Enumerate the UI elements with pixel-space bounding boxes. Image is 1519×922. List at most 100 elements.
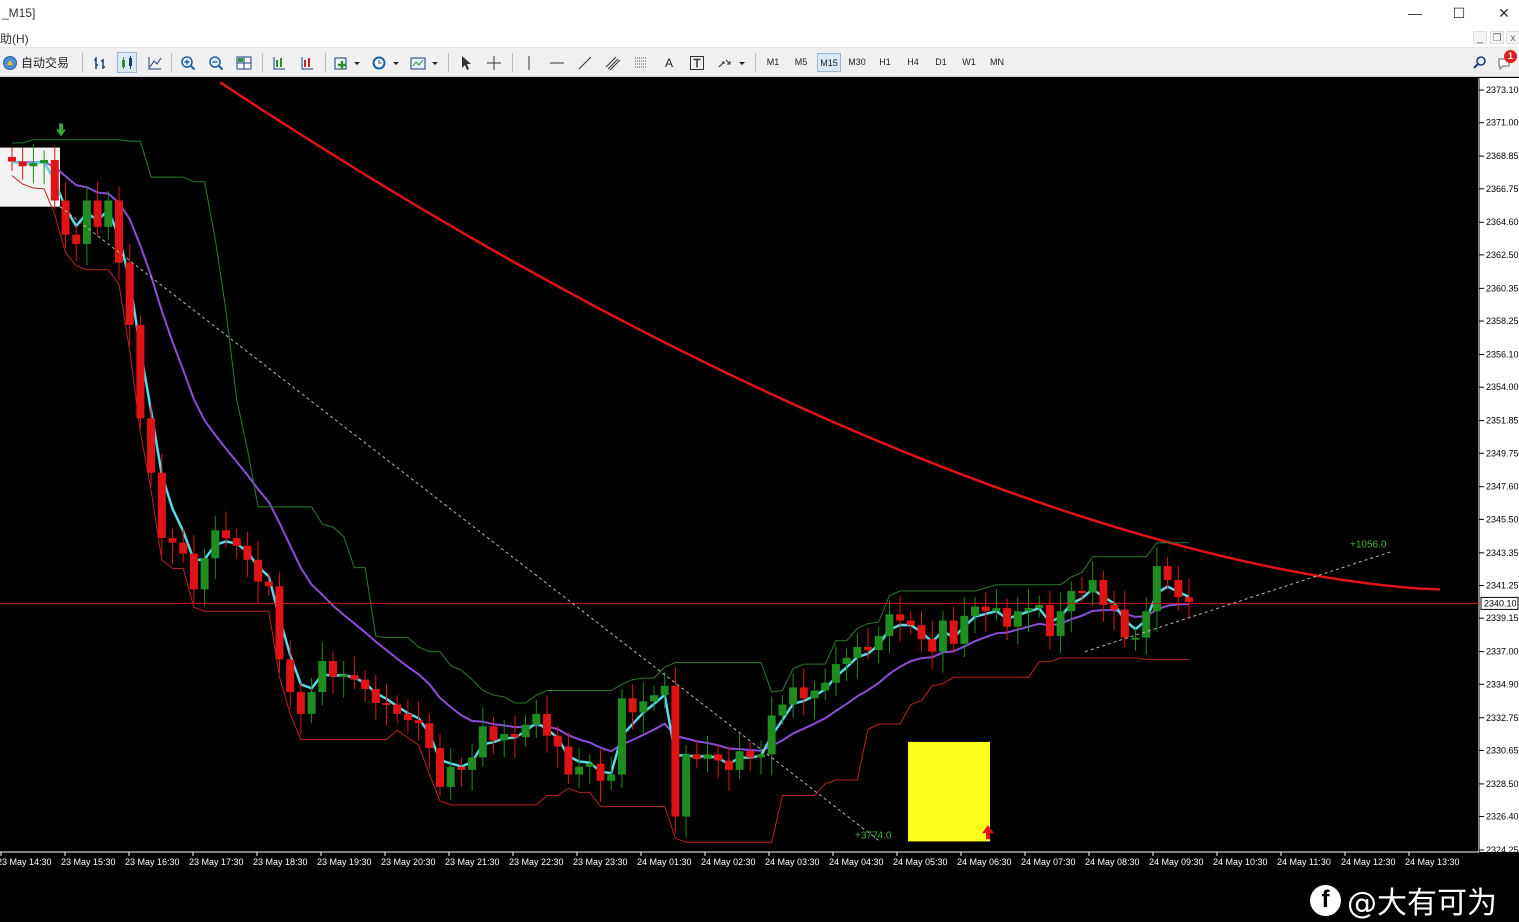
line-chart-button[interactable]	[145, 52, 165, 73]
price-tick-label: 2360.35	[1486, 283, 1519, 293]
horizontal-line-button[interactable]	[547, 52, 567, 73]
candle-body	[382, 702, 391, 705]
mdi-minimize-button[interactable]: _	[1473, 31, 1487, 44]
candle-body	[510, 734, 519, 738]
candle-body	[307, 692, 316, 714]
price-tick-label: 2351.85	[1486, 416, 1519, 426]
candle-body	[521, 724, 530, 738]
timeframe-h4[interactable]: H4	[901, 53, 925, 72]
candle-body	[981, 606, 990, 612]
crosshair-button[interactable]	[484, 52, 504, 73]
time-tick-label: 24 May 04:30	[829, 857, 884, 867]
time-tick-label: 24 May 03:30	[765, 857, 820, 867]
timeframe-d1[interactable]: D1	[929, 53, 953, 72]
candle-body	[1045, 604, 1054, 637]
tile-windows-button[interactable]	[234, 52, 254, 73]
time-tick-label: 23 May 17:30	[189, 857, 244, 867]
candle-body	[189, 553, 198, 590]
price-tick-label: 2368.85	[1486, 151, 1519, 161]
candle-body	[703, 754, 712, 759]
candle-body	[1152, 566, 1161, 612]
candle-body	[8, 156, 16, 162]
text-label-button[interactable]	[687, 52, 707, 73]
price-tick-label: 2328.50	[1486, 779, 1519, 789]
candle-body	[104, 200, 113, 227]
auto-scroll-button[interactable]	[269, 52, 289, 73]
menu-help[interactable]: 助(H)	[0, 30, 29, 47]
price-tick-label: 2358.25	[1486, 316, 1519, 326]
price-tick-label: 2373.10	[1486, 85, 1519, 95]
alerts-button[interactable]: 1	[1496, 50, 1518, 73]
candle-body	[992, 608, 1001, 612]
candle-body	[607, 774, 616, 781]
cursor-button[interactable]	[456, 52, 476, 73]
candle-body	[200, 558, 209, 590]
maximize-button[interactable]: ☐	[1445, 3, 1473, 23]
candle-body	[896, 614, 905, 621]
search-button[interactable]	[1470, 52, 1490, 73]
candle-body	[1120, 609, 1129, 638]
timeframe-m15[interactable]: M15	[817, 53, 841, 72]
toolbar-separator	[512, 53, 513, 72]
timeframe-h1[interactable]: H1	[873, 53, 897, 72]
candle-body	[1099, 580, 1108, 605]
timeframe-mn[interactable]: MN	[985, 53, 1009, 72]
time-tick-label: 23 May 21:30	[445, 857, 500, 867]
candle-body	[115, 200, 123, 263]
price-chart[interactable]: 2340.10 +3774.0 +1056.0 2373.10 2371.00 2368…	[0, 78, 1519, 921]
window-title: _M15]	[2, 6, 36, 20]
time-tick-label: 23 May 16:30	[125, 857, 180, 867]
trendline-button[interactable]	[575, 52, 595, 73]
candle-body	[917, 625, 926, 640]
candle-body	[842, 657, 851, 665]
candle-body	[222, 530, 230, 539]
time-tick-label: 24 May 11:30	[1277, 857, 1331, 867]
fibonacci-button[interactable]	[631, 52, 651, 73]
candle-body	[639, 701, 648, 713]
price-tick-label: 2332.75	[1486, 713, 1519, 723]
price-tick-label: 2326.40	[1486, 812, 1519, 822]
time-tick-label: 24 May 13:30	[1405, 857, 1460, 867]
timeframe-w1[interactable]: W1	[957, 53, 981, 72]
close-button[interactable]: ✕	[1490, 3, 1518, 23]
time-tick-label: 24 May 05:30	[893, 857, 948, 867]
arrows-button[interactable]	[715, 52, 747, 73]
timeframe-m5[interactable]: M5	[789, 53, 813, 72]
indicators-button[interactable]	[332, 52, 362, 73]
candle-body	[831, 664, 840, 683]
bar-chart-button[interactable]	[90, 52, 110, 73]
cursor-icon	[458, 55, 474, 71]
candle-body	[500, 734, 509, 741]
candle-body	[617, 698, 626, 775]
candle-body	[671, 685, 680, 817]
price-tick-label: 2334.90	[1486, 679, 1519, 689]
price-tick-label: 2371.00	[1486, 118, 1519, 128]
minimize-button[interactable]: —	[1401, 3, 1429, 23]
auto-trading-button[interactable]: 自动交易	[2, 52, 72, 73]
timeframe-m30[interactable]: M30	[845, 53, 869, 72]
chart-shift-button[interactable]	[297, 52, 317, 73]
candle-body	[821, 682, 830, 691]
timeframe-m1[interactable]: M1	[761, 53, 785, 72]
candle-body	[1067, 590, 1076, 612]
candle-body	[1024, 608, 1033, 612]
candle-body	[468, 757, 477, 770]
templates-button[interactable]	[408, 52, 440, 73]
candle-body	[350, 674, 359, 680]
time-tick-label: 23 May 19:30	[317, 857, 372, 867]
vertical-line-button[interactable]	[519, 52, 539, 73]
auto-trading-label: 自动交易	[21, 56, 70, 70]
candlestick-chart-button[interactable]	[117, 52, 137, 73]
current-price-label: 2340.10	[1484, 598, 1517, 608]
periods-button[interactable]	[369, 52, 401, 73]
zoom-out-button[interactable]	[206, 52, 226, 73]
zoom-in-button[interactable]	[178, 52, 198, 73]
profit-annotation: +3774.0	[855, 830, 892, 841]
candle-body	[179, 542, 188, 554]
text-tool-button[interactable]: A	[659, 52, 679, 73]
mdi-close-button[interactable]: x	[1506, 31, 1519, 44]
mdi-restore-button[interactable]: ❐	[1490, 31, 1504, 44]
equidistant-channel-button[interactable]	[603, 52, 623, 73]
time-tick-label: 23 May 23:30	[573, 857, 628, 867]
clock-icon	[370, 55, 400, 71]
